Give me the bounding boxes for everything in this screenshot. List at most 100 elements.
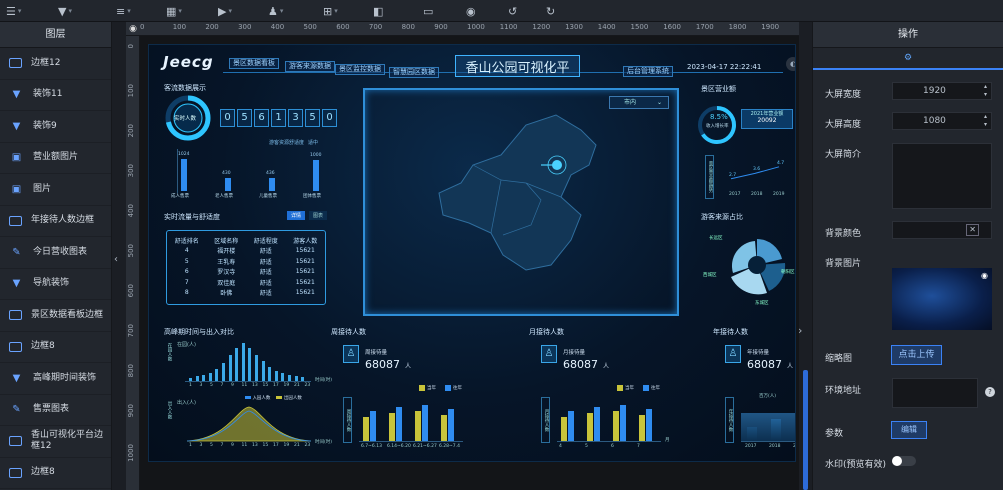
gear-icon: ⚙ xyxy=(903,53,913,63)
bg-color-input[interactable]: ✕ xyxy=(892,221,992,239)
undo-button[interactable]: ↺ xyxy=(508,3,517,19)
layers-button[interactable]: ◧ xyxy=(373,3,383,19)
layer-item[interactable]: 年接待人数边框 xyxy=(0,206,111,237)
upload-button[interactable]: 点击上传 xyxy=(891,345,942,365)
peak-hour-tick: 9 xyxy=(231,383,234,388)
table-row[interactable]: 7 双佳庭 舒适 15621 xyxy=(167,277,325,288)
layer-item[interactable]: 边框12 xyxy=(0,48,111,80)
table-row[interactable]: 5 王乳寿 舒适 15621 xyxy=(167,256,325,267)
layer-item[interactable]: 景区数据看板边框 xyxy=(0,300,111,332)
decor-tool-button[interactable]: ▼ ▾ xyxy=(58,3,72,19)
watermark-toggle[interactable] xyxy=(892,456,916,466)
month_panel-axis xyxy=(557,441,661,442)
stepper-icon[interactable]: ▴ ▾ xyxy=(984,83,987,99)
month_panel-value: 68087 xyxy=(563,358,598,371)
ticket-bar xyxy=(225,178,231,191)
visitor-digit: 6 xyxy=(254,109,269,127)
clear-icon[interactable]: ✕ xyxy=(966,224,979,236)
table-cell: 双佳庭 xyxy=(217,279,236,287)
layer-item[interactable]: 边框8 xyxy=(0,332,111,363)
image-icon: ▣ xyxy=(11,152,22,164)
nav-button[interactable]: 景区监控数据 xyxy=(335,64,385,75)
revenue-year-tick: 2018 xyxy=(751,192,763,197)
layer-item[interactable]: ▼ 高峰期时间装饰 xyxy=(0,363,111,395)
table-row[interactable]: 4 福开楼 舒适 15621 xyxy=(167,246,325,257)
image-close-icon[interactable]: ◉ xyxy=(981,271,988,280)
layer-item[interactable]: 边框8 xyxy=(0,458,111,489)
peak-y1-label: 在园(人) xyxy=(177,342,196,348)
media-tool-button[interactable]: ▶ ▾ xyxy=(218,3,232,19)
layer-item[interactable]: ▣ 营业额图片 xyxy=(0,143,111,174)
nav-button[interactable]: 后台管理系统 xyxy=(623,66,673,77)
nav-button[interactable]: 智慧园区数据 xyxy=(389,67,439,78)
watermark-label: 水印(预览有效) xyxy=(825,460,887,470)
revenue-point-label: 3.6 xyxy=(753,167,761,173)
layer-item[interactable]: ▼ 导航装饰 xyxy=(0,269,111,300)
ruler-tick-label: 500 xyxy=(303,23,317,31)
nav-button[interactable]: 景区数据看板 xyxy=(229,58,279,69)
tab-chart[interactable]: 图表 xyxy=(309,211,328,220)
edit-button[interactable]: 编辑 xyxy=(891,421,927,439)
redo-button[interactable]: ↻ xyxy=(546,3,555,19)
reception-x-tick: 6.21~6.27 xyxy=(413,444,437,449)
map-dropdown[interactable]: 市内 ⌄ xyxy=(609,96,669,109)
collapse-right-panel-icon[interactable]: › xyxy=(798,324,802,337)
bg-image-preview[interactable]: ◉ xyxy=(892,268,992,330)
stepper-icon[interactable]: ▴ ▾ xyxy=(984,113,987,129)
source-label-3: 朝阳区 xyxy=(781,270,795,275)
week-panel-title: 周接待人数 xyxy=(331,328,366,336)
revenue-year-label: 2021年营业额 xyxy=(750,111,784,117)
tab-operation[interactable]: 操作 xyxy=(813,22,1003,48)
table-row[interactable]: 8 卧佛 舒适 15621 xyxy=(167,288,325,299)
env-textarea[interactable] xyxy=(892,378,978,408)
peak-bar xyxy=(268,367,272,381)
layers-panel-title: 图层 xyxy=(0,22,111,48)
legend-current: 当年 xyxy=(419,385,436,391)
year-panel-title: 年接待人数 xyxy=(713,328,748,336)
decoration-icon: ▼ xyxy=(12,89,21,101)
menu-button[interactable]: ☰ ▾ xyxy=(6,3,21,19)
revenue-pct: 8.5% xyxy=(710,113,728,121)
table-header-cell: 区域名称 xyxy=(214,237,239,245)
ruler-eye-icon[interactable]: ◉ xyxy=(126,23,140,36)
table-row[interactable]: 6 罗汉寺 舒适 15621 xyxy=(167,267,325,278)
table-tool-button[interactable]: ▦ ▾ xyxy=(166,3,182,19)
nav-button[interactable]: 游客来源数据 xyxy=(285,61,335,72)
help-icon[interactable]: ? xyxy=(985,387,995,397)
visitor-digit: 0 xyxy=(220,109,235,127)
tab-detail[interactable]: 详情 xyxy=(287,211,306,220)
layer-item[interactable]: ▣ 图片 xyxy=(0,174,111,206)
ticket-y-axis xyxy=(177,149,178,193)
visitor-digit: 3 xyxy=(288,109,303,127)
peak-hour-tick: 19 xyxy=(283,383,290,388)
legend-in: 入园人数 xyxy=(245,395,270,401)
layer-item[interactable]: ▼ 装饰9 xyxy=(0,111,111,143)
reception-bar xyxy=(415,411,421,441)
save-button[interactable]: ▭ xyxy=(423,3,433,19)
month_panel-side: 月接待人数 xyxy=(541,397,550,443)
reception-bar xyxy=(389,413,395,441)
height-label: 大屏高度 xyxy=(825,120,862,130)
collapse-left-panel-icon[interactable]: ‹ xyxy=(114,254,118,265)
settings-subtab[interactable]: ⚙ xyxy=(813,48,1003,70)
width-input[interactable]: 1920 ▴ ▾ xyxy=(892,82,992,100)
layer-item[interactable]: ▼ 装饰11 xyxy=(0,80,111,111)
chevron-down-icon: ▾ xyxy=(68,7,72,15)
dashboard-screen[interactable]: Jeecg 香山公园可视化平 2023-04-17 22:22:41 ◐ 客流数… xyxy=(148,44,796,462)
list-tool-button[interactable]: ≡ ▾ xyxy=(116,3,131,19)
height-input[interactable]: 1080 ▴ ▾ xyxy=(892,112,992,130)
peak-hour-tick: 5 xyxy=(210,383,213,388)
preview-eye-button[interactable]: ◉ xyxy=(466,3,476,19)
grid-tool-button[interactable]: ⊞ ▾ xyxy=(323,3,338,19)
user-tool-button[interactable]: ♟ ▾ xyxy=(268,3,283,19)
vertical-scrollbar[interactable] xyxy=(803,370,808,490)
peak-side1: 在园人数 xyxy=(167,343,172,361)
image-icon: ▣ xyxy=(11,183,22,195)
peak-hour-tick-2: 5 xyxy=(210,443,213,448)
desc-textarea[interactable] xyxy=(892,143,992,209)
layer-item[interactable]: ✎ 售票图表 xyxy=(0,395,111,426)
layer-item[interactable]: 香山可视化平台边框12 xyxy=(0,426,111,458)
peak-hour-tick-2: 9 xyxy=(231,443,234,448)
layer-item[interactable]: ✎ 今日营收图表 xyxy=(0,237,111,269)
chart-icon: ✎ xyxy=(12,246,21,258)
